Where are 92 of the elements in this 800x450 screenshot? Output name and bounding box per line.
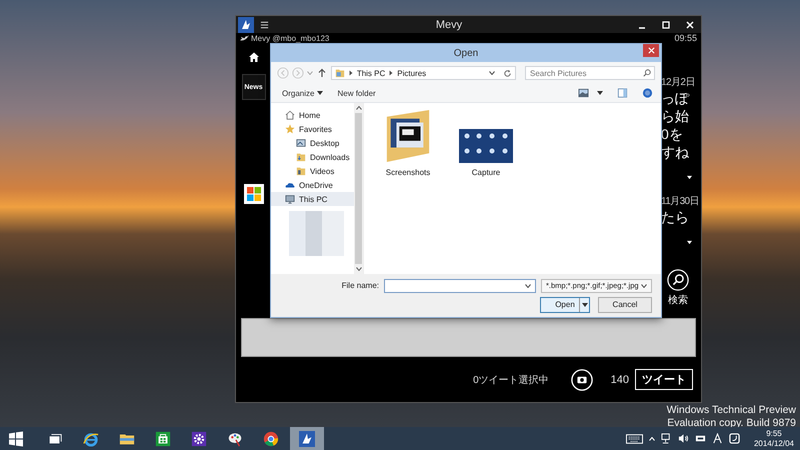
tweet-date: 12月2日 [661,76,696,89]
cancel-button[interactable]: Cancel [598,296,652,312]
refresh-icon[interactable] [502,68,512,78]
preview-pane-icon[interactable] [617,88,628,98]
scroll-up-icon[interactable] [356,106,362,110]
caret-icon[interactable] [686,240,693,245]
up-arrow-icon[interactable] [318,68,326,78]
view-icon[interactable] [578,88,589,98]
folder-icon [334,68,345,78]
caret-icon [582,302,588,306]
window-title: Mevy [434,18,464,30]
file-name[interactable]: Screenshots [386,168,430,177]
nav-item[interactable]: Desktop [271,136,354,150]
search-field[interactable]: Search Pictures [524,66,655,80]
open-button[interactable]: Open [540,296,590,312]
taskbar-app[interactable] [290,427,324,450]
caret-icon[interactable] [686,175,693,180]
video-folder-icon [296,166,306,176]
clock-time: 09:55 [674,33,697,43]
settings-icon [191,430,207,446]
watermark-text: Windows Technical Preview [666,404,796,417]
close-icon[interactable] [685,20,695,30]
store-icon [155,430,171,446]
chrome-icon [263,430,279,446]
screenshot-thumbnail-icon[interactable] [459,129,513,163]
tweet-text: たら [661,208,690,226]
camera-icon[interactable] [570,368,593,390]
tweet-text: すね [661,143,690,161]
download-folder-icon [296,152,306,162]
menu-icon[interactable] [260,20,269,28]
nav-item[interactable]: OneDrive [271,178,354,192]
desktop-icon [296,138,306,148]
nav-item[interactable]: Favorites [271,122,354,136]
start-icon[interactable] [8,430,24,446]
address-bar[interactable]: This PC Pictures [330,66,516,80]
dropdown-icon [641,284,647,288]
nav-item[interactable]: Home [271,108,354,122]
app-logo-icon [238,16,254,32]
scrollbar[interactable] [354,103,363,274]
keyboard-icon[interactable] [626,434,643,444]
breadcrumb[interactable]: Pictures [397,68,426,78]
clock-date[interactable]: 2014/12/04 [754,438,794,448]
breadcrumb[interactable]: This PC [356,68,386,78]
pixelated-block [289,211,344,256]
chevron-icon [348,70,353,76]
browser-e-icon [83,430,99,446]
home-icon[interactable] [248,51,260,63]
cloud-icon [285,180,295,190]
nav-item[interactable]: Downloads [271,150,354,164]
volume-icon[interactable] [678,433,689,444]
watermark-text: Evaluation copy. Build 9879 [666,417,796,430]
selection-count: 0ツイート選択中 [473,374,549,386]
tweet-date: 11月30日 [661,195,700,208]
input-mode-icon[interactable] [712,433,723,444]
maximize-icon[interactable] [661,20,671,30]
caret-icon [317,91,324,95]
help-icon[interactable] [642,88,653,98]
dropdown-icon[interactable] [597,91,603,95]
dropdown-icon [525,284,531,288]
network-icon[interactable] [660,433,672,444]
file-name-field[interactable] [384,278,536,292]
nav-item[interactable]: Videos [271,164,354,178]
tweet-input[interactable] [241,318,696,357]
computer-icon [285,194,295,204]
tweet-text: っぽ [661,89,690,107]
clock-time[interactable]: 9:55 [766,428,782,438]
file-name-label: File name: [342,281,379,290]
paint-palette-icon [227,430,243,446]
search-label: 検索 [668,294,688,307]
dropdown-icon[interactable] [488,71,495,75]
account-name: Mevy @mbo_mbo123 [251,34,330,42]
chevron-up-icon[interactable] [648,436,655,440]
scroll-down-icon[interactable] [356,267,362,271]
tweet-text: ら始 [661,107,690,125]
app-logo-icon [299,430,315,446]
chevron-icon [389,70,394,76]
search-icon [642,69,651,77]
windows-logo-icon[interactable] [244,184,264,204]
home-icon [285,110,295,120]
dialog-title: Open [454,48,478,58]
ime-icon[interactable] [728,433,740,444]
close-icon [648,47,654,54]
organize-menu[interactable]: Organize [279,88,326,98]
tweet-button[interactable]: ツイート [635,369,693,390]
file-name[interactable]: Capture [472,168,500,177]
bird-icon [240,34,249,42]
close-button[interactable] [643,44,659,57]
nav-item[interactable]: This PC [271,192,354,206]
search-icon[interactable] [667,269,689,291]
new-folder-button[interactable]: New folder [334,88,379,98]
star-icon [285,124,295,134]
character-count: 140 [610,374,629,386]
